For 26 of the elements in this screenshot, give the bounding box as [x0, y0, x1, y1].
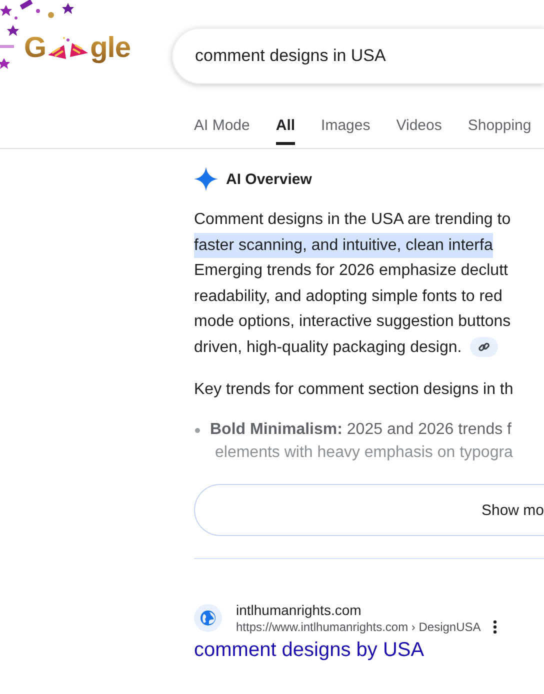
logo[interactable]: G gle: [24, 32, 172, 65]
show-more-button[interactable]: Show mo: [194, 484, 544, 536]
paragraph-text: Key trends for comment section designs in th: [194, 381, 514, 399]
more-options-icon[interactable]: [492, 620, 497, 634]
list-item-text: Bold Minimalism: 2025 and 2026 trends f: [210, 421, 512, 439]
tab[interactable]: Images: [321, 110, 370, 145]
result-title-link[interactable]: comment designs by USA: [194, 639, 424, 662]
paragraph-line: Comment designs in the USA are trending to: [194, 210, 511, 230]
sparkle-icon: [194, 167, 218, 191]
globe-icon: [200, 610, 216, 626]
tab[interactable]: All: [276, 110, 296, 145]
link-icon: [478, 341, 490, 354]
paragraph-line: Emerging trends for 2026 emphasize declutt: [194, 261, 508, 281]
section-title: AI Overview: [226, 170, 312, 188]
site-name: intlhumanrights.com: [236, 602, 362, 618]
paragraph-line: driven, high-quality packaging design.: [194, 338, 462, 358]
paragraph-line: mode options, interactive suggestion buttons: [194, 312, 511, 332]
result-url: https://www.intlhumanrights.com › DesignUSA: [236, 620, 481, 634]
paragraph-line: readability, and adopting simple fonts to red: [194, 286, 502, 306]
bullet-icon: [195, 428, 200, 432]
tab[interactable]: AI Mode: [194, 110, 250, 145]
tab[interactable]: Shopping: [468, 110, 532, 145]
link-button[interactable]: [470, 337, 498, 358]
tab[interactable]: Videos: [396, 110, 442, 145]
search-field[interactable]: comment designs in USA: [172, 28, 544, 84]
list-item-text: elements with heavy emphasis on typogra: [215, 444, 514, 462]
